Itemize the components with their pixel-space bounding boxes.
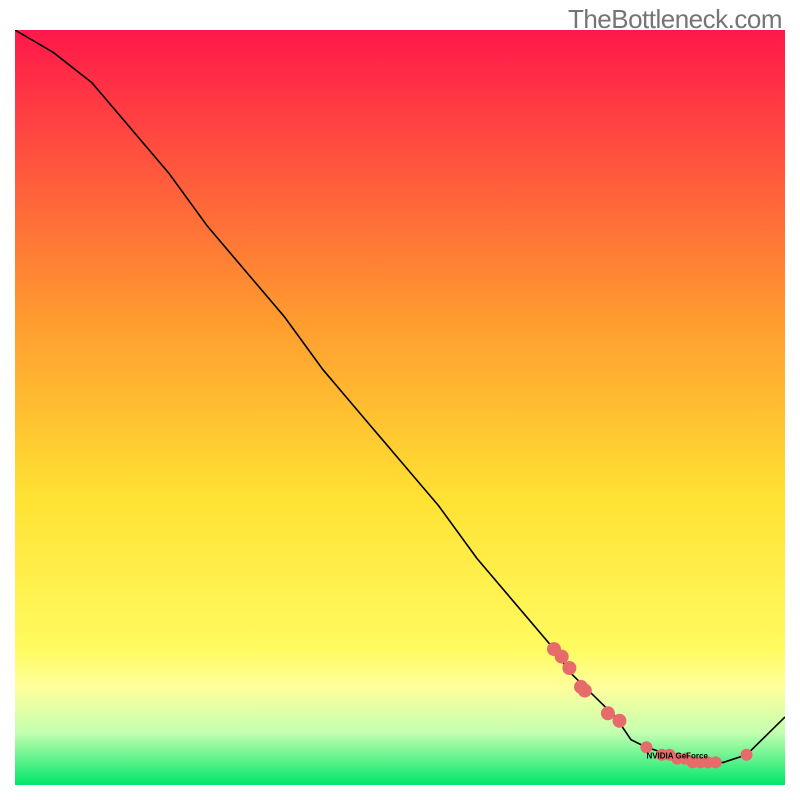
bottleneck-curve-chart: NVIDIA GeForce <box>15 30 785 785</box>
data-point-marker <box>613 714 627 728</box>
data-point-marker <box>601 706 615 720</box>
gpu-label: NVIDIA GeForce <box>646 752 708 761</box>
data-point-marker <box>578 684 592 698</box>
data-label-layer: NVIDIA GeForce <box>646 752 708 761</box>
data-point-marker <box>555 650 569 664</box>
data-point-marker <box>562 661 576 675</box>
gradient-background <box>15 30 785 785</box>
data-point-marker <box>710 756 722 768</box>
chart-plot-area: NVIDIA GeForce <box>15 30 785 785</box>
data-point-marker <box>741 749 753 761</box>
